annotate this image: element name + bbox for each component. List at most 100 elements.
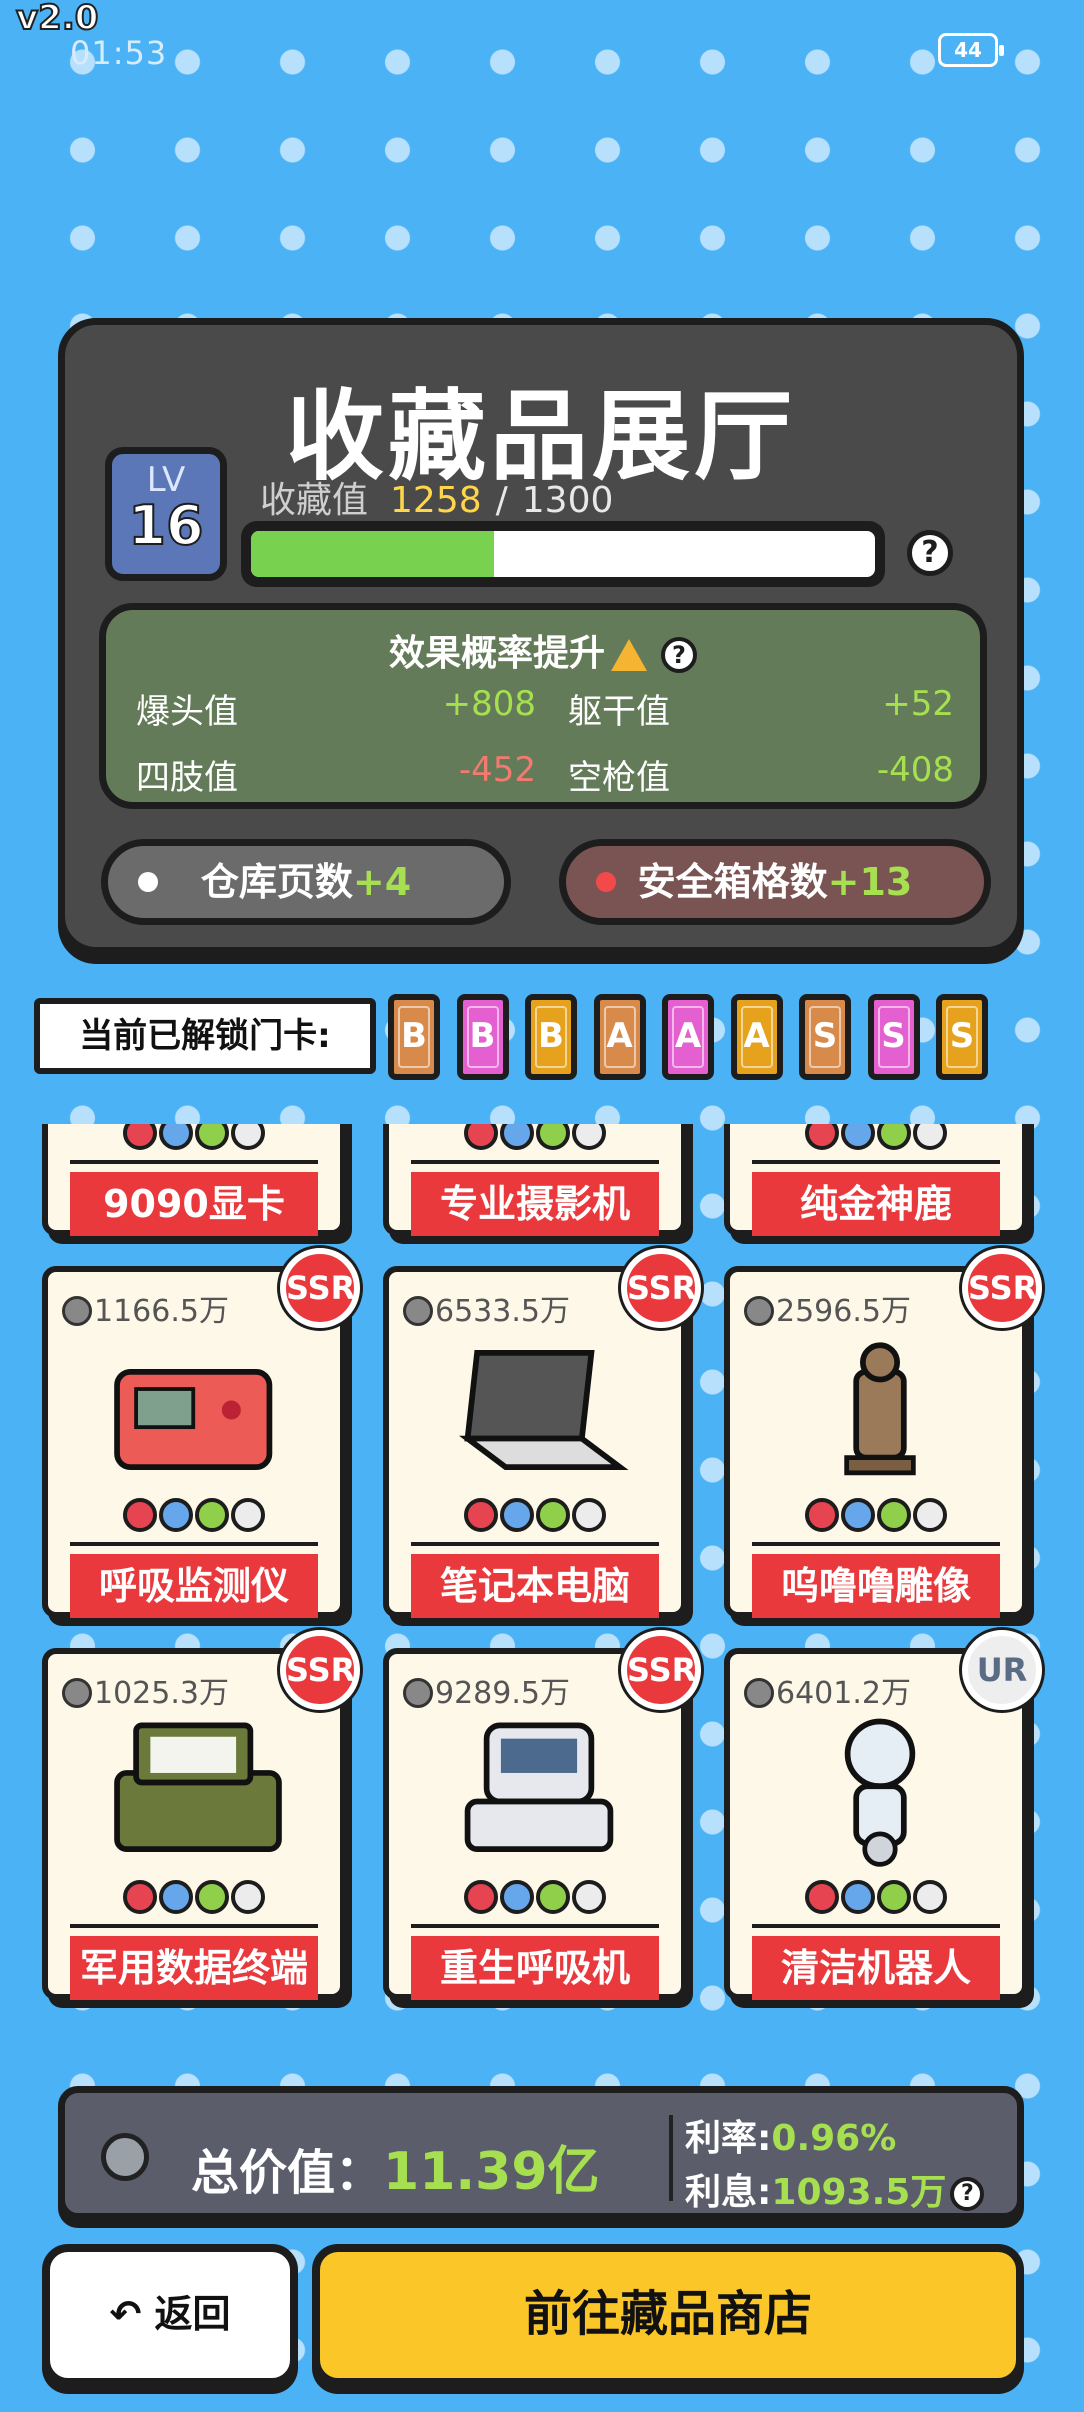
door-card: B (388, 994, 440, 1080)
coin-icon (403, 1678, 433, 1708)
triangle-outline-icon (913, 1880, 947, 1914)
pentagon-icon (464, 1880, 498, 1914)
divider (752, 1924, 1000, 1928)
divider (669, 2115, 673, 2201)
level-value: 16 (127, 493, 204, 558)
level-badge: LV 16 (105, 447, 227, 581)
triangle-outline-icon (913, 1498, 947, 1532)
triangle-icon (159, 1124, 193, 1150)
breath-monitor-icon (98, 1330, 298, 1490)
triangle-outline-icon (572, 1498, 606, 1532)
pentagon-icon (123, 1498, 157, 1532)
dot-icon (596, 872, 616, 892)
divider (411, 1542, 659, 1546)
collection-item-card[interactable]: 9090显卡 (42, 1124, 346, 1236)
version-label: v2.0 (15, 0, 99, 39)
stat-label: 躯干值 (568, 692, 670, 732)
stat-value: -408 (876, 750, 954, 790)
collection-item-card[interactable]: 6533.5万 SSR 笔记本电脑 (383, 1248, 701, 1618)
stat-limbs: 四肢值 -452 (136, 750, 536, 799)
divider (411, 1924, 659, 1928)
interest-rate: 利率:0.96% (685, 2109, 896, 2161)
circle-icon (195, 1124, 229, 1150)
interest-help-icon[interactable]: ? (950, 2177, 985, 2211)
pentagon-icon (805, 1880, 839, 1914)
item-price: 6533.5万 (403, 1286, 570, 1330)
warehouse-pages-label: 仓库页数 (200, 860, 353, 904)
collection-item-card[interactable]: 2596.5万 SSR 呜噜噜雕像 (724, 1248, 1042, 1618)
triangle-icon (159, 1498, 193, 1532)
item-name: 军用数据终端 (70, 1936, 318, 2000)
interest-label: 利息: (685, 2172, 772, 2213)
item-price-value: 2596.5万 (776, 1294, 911, 1329)
help-icon[interactable]: ? (907, 530, 953, 576)
collection-item-card[interactable]: 纯金神鹿 (724, 1124, 1028, 1236)
effect-panel: 效果概率提升? 爆头值 +808 躯干值 +52 四肢值 -452 空枪值 -4… (99, 603, 987, 809)
collection-item-card[interactable]: 1025.3万 SSR 军用数据终端 (42, 1630, 360, 2000)
pentagon-icon (123, 1124, 157, 1150)
collection-grid[interactable]: 9090显卡 专业摄影机 纯金神鹿 1166.5万 SSR 呼吸监测仪 6533.5万 SSR… (0, 1124, 1084, 2082)
divider (411, 1160, 659, 1164)
pentagon-icon (805, 1498, 839, 1532)
back-arrow-icon: ↶ (109, 2292, 142, 2336)
total-value-amount: 11.39亿 (383, 2142, 600, 2202)
collection-value-separator: / (495, 480, 508, 521)
triangle-outline-icon (231, 1498, 265, 1532)
effect-help-icon[interactable]: ? (661, 637, 697, 673)
collection-item-card[interactable]: 1166.5万 SSR 呼吸监测仪 (42, 1248, 360, 1618)
item-name: 9090显卡 (70, 1172, 318, 1236)
item-name: 呜噜噜雕像 (752, 1554, 1000, 1618)
collection-hall-panel: 收藏品展厅 LV 16 收藏值 1258/1300 ? 效果概率提升? 爆头值 +… (58, 318, 1024, 954)
circle-icon (536, 1498, 570, 1532)
effect-header: 效果概率提升? (106, 624, 980, 676)
stat-value: +52 (882, 684, 954, 724)
collection-item-card[interactable]: 9289.5万 SSR 重生呼吸机 (383, 1630, 701, 2000)
back-button[interactable]: ↶ 返回 (42, 2244, 298, 2386)
stat-headshot: 爆头值 +808 (136, 684, 536, 733)
door-card: S (799, 994, 851, 1080)
collection-item-card[interactable]: 6401.2万 UR 清洁机器人 (724, 1630, 1042, 2000)
attribute-icons (389, 1124, 681, 1150)
stat-label: 四肢值 (136, 758, 238, 798)
statue-icon (780, 1330, 980, 1490)
collection-value-current: 1258 (390, 480, 482, 521)
stat-value: -452 (458, 750, 536, 790)
collection-value-row: 收藏值 1258 / 1300 (260, 471, 613, 523)
up-arrow-icon (611, 639, 647, 671)
triangle-icon (500, 1880, 534, 1914)
safe-box-slots-button[interactable]: 安全箱格数+13 (559, 839, 991, 925)
rarity-badge: SSR (621, 1248, 701, 1328)
door-card: B (525, 994, 577, 1080)
item-price: 6401.2万 (744, 1668, 911, 1712)
stat-value: +808 (442, 684, 536, 724)
total-value-panel: 总价值：11.39亿 利率:0.96% 利息:1093.5万? (58, 2086, 1024, 2220)
pentagon-icon (464, 1124, 498, 1150)
item-name: 清洁机器人 (752, 1936, 1000, 2000)
ventilator-icon (439, 1712, 639, 1872)
triangle-icon (841, 1498, 875, 1532)
coin-icon (62, 1296, 92, 1326)
rarity-badge: UR (962, 1630, 1042, 1710)
divider (70, 1160, 318, 1164)
circle-icon (877, 1880, 911, 1914)
rarity-badge: SSR (280, 1248, 360, 1328)
circle-icon (195, 1498, 229, 1532)
door-card: A (662, 994, 714, 1080)
pentagon-icon (123, 1880, 157, 1914)
collection-item-card[interactable]: 专业摄影机 (383, 1124, 687, 1236)
circle-icon (877, 1498, 911, 1532)
stat-label: 爆头值 (136, 692, 238, 732)
circle-icon (536, 1124, 570, 1150)
item-name: 纯金神鹿 (752, 1172, 1000, 1236)
safe-box-slots-label: 安全箱格数 (637, 860, 828, 904)
item-price-value: 6401.2万 (776, 1676, 911, 1711)
triangle-outline-icon (231, 1880, 265, 1914)
back-button-label: 返回 (154, 2292, 231, 2336)
unlocked-cards-label: 当前已解锁门卡: (34, 998, 376, 1074)
triangle-icon (841, 1124, 875, 1150)
warehouse-pages-button[interactable]: 仓库页数+4 (101, 839, 511, 925)
item-price: 9289.5万 (403, 1668, 570, 1712)
divider (752, 1160, 1000, 1164)
go-to-shop-button[interactable]: 前往藏品商店 (312, 2244, 1024, 2386)
data-terminal-icon (98, 1712, 298, 1872)
